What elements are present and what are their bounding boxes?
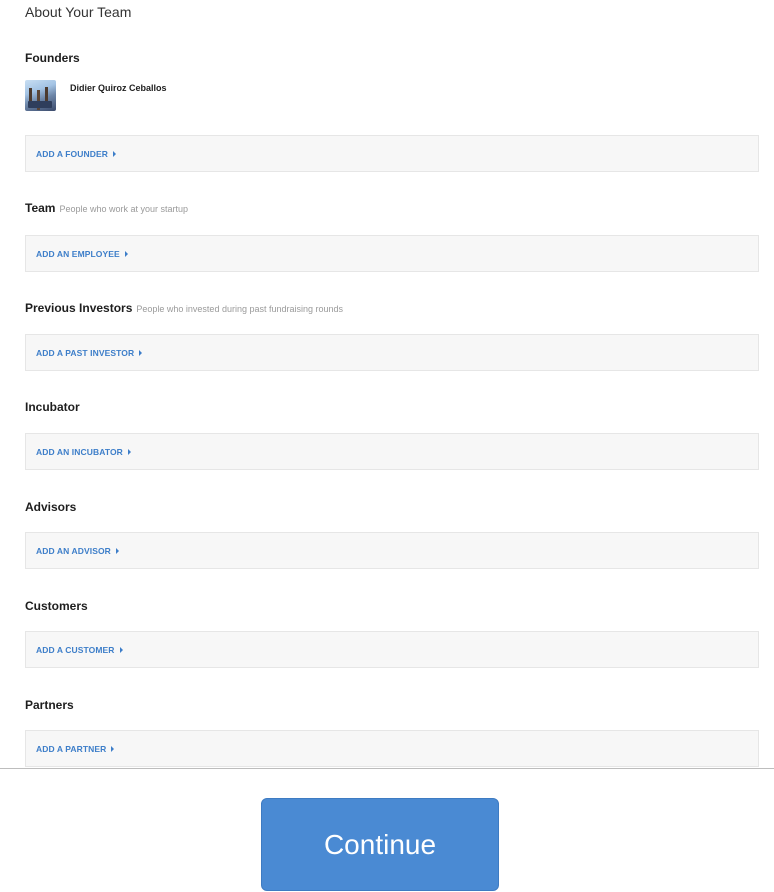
- incubator-title: Incubator: [25, 400, 80, 414]
- add-advisor-label: ADD AN ADVISOR: [36, 545, 111, 556]
- add-partner-label: ADD A PARTNER: [36, 743, 107, 754]
- team-title: Team: [25, 201, 56, 215]
- divider: [0, 768, 774, 769]
- caret-right-icon: [139, 349, 143, 356]
- caret-right-icon: [115, 547, 119, 554]
- caret-right-icon: [127, 448, 131, 455]
- founders-section-title: Founders: [25, 51, 80, 65]
- add-partner-link[interactable]: ADD A PARTNER: [36, 743, 115, 754]
- advisors-section-title: Advisors: [25, 500, 76, 514]
- add-partner-box: ADD A PARTNER: [25, 730, 759, 767]
- add-customer-label: ADD A CUSTOMER: [36, 644, 115, 655]
- page-title: About Your Team: [25, 4, 132, 20]
- add-advisor-link[interactable]: ADD AN ADVISOR: [36, 546, 119, 556]
- partners-section-title: Partners: [25, 698, 74, 712]
- add-incubator-label: ADD AN INCUBATOR: [36, 446, 123, 457]
- founders-title: Founders: [25, 51, 80, 65]
- continue-button[interactable]: Continue: [261, 798, 499, 891]
- add-employee-link[interactable]: ADD AN EMPLOYEE: [36, 249, 128, 259]
- team-section-title: Team People who work at your startup: [25, 201, 188, 215]
- previous-investors-hint: People who invested during past fundrais…: [136, 304, 344, 314]
- team-hint: People who work at your startup: [59, 204, 189, 214]
- previous-investors-title: Previous Investors: [25, 301, 133, 315]
- add-employee-label: ADD AN EMPLOYEE: [36, 248, 120, 259]
- incubator-section-title: Incubator: [25, 400, 80, 414]
- add-customer-box: ADD A CUSTOMER: [25, 631, 759, 668]
- add-advisor-box: ADD AN ADVISOR: [25, 532, 759, 569]
- add-incubator-link[interactable]: ADD AN INCUBATOR: [36, 447, 131, 457]
- add-founder-link[interactable]: ADD A FOUNDER: [36, 149, 116, 159]
- previous-investors-section-title: Previous Investors People who invested du…: [25, 301, 343, 315]
- add-past-investor-link[interactable]: ADD A PAST INVESTOR: [36, 347, 143, 358]
- add-past-investor-label: ADD A PAST INVESTOR: [36, 347, 135, 358]
- add-past-investor-box: ADD A PAST INVESTOR: [25, 334, 759, 371]
- caret-right-icon: [112, 150, 116, 157]
- add-customer-link[interactable]: ADD A CUSTOMER: [36, 645, 123, 655]
- add-founder-box: ADD A FOUNDER: [25, 135, 759, 172]
- add-incubator-box: ADD AN INCUBATOR: [25, 433, 759, 470]
- partners-title: Partners: [25, 698, 74, 712]
- caret-right-icon: [119, 646, 123, 653]
- add-founder-label: ADD A FOUNDER: [36, 148, 108, 159]
- customers-title: Customers: [25, 599, 88, 613]
- caret-right-icon: [124, 250, 128, 257]
- founder-row[interactable]: Didier Quiroz Ceballos: [25, 80, 167, 112]
- customers-section-title: Customers: [25, 599, 88, 613]
- avatar: [25, 80, 56, 111]
- add-employee-box: ADD AN EMPLOYEE: [25, 235, 759, 272]
- founder-name: Didier Quiroz Ceballos: [70, 83, 167, 93]
- caret-right-icon: [111, 745, 115, 752]
- advisors-title: Advisors: [25, 500, 77, 514]
